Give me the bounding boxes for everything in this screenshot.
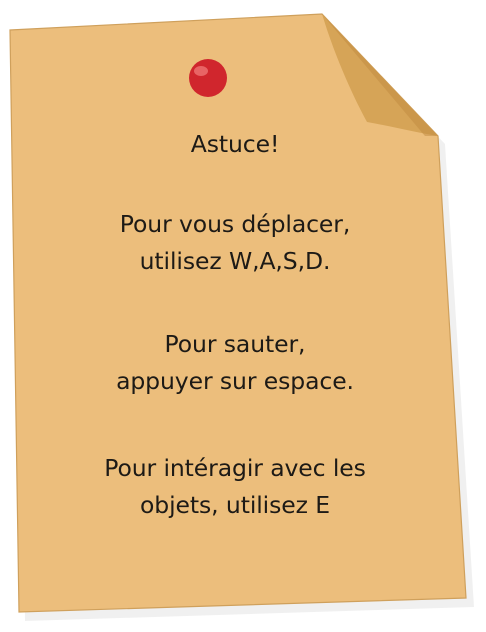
tip-note: Astuce! Pour vous déplacer, utilisez W,A… xyxy=(0,0,486,632)
tip-jump: Pour sauter, appuyer sur espace. xyxy=(40,326,430,400)
pushpin-highlight xyxy=(194,66,208,76)
note-title-text: Astuce! xyxy=(190,130,280,158)
tip-interact-line-2: objets, utilisez E xyxy=(140,491,330,519)
tip-interact: Pour intéragir avec les objets, utilisez… xyxy=(40,450,430,524)
tip-jump-line-2: appuyer sur espace. xyxy=(116,367,354,395)
pushpin-icon xyxy=(189,59,227,97)
tip-interact-line-1: Pour intéragir avec les xyxy=(104,454,366,482)
tip-move-line-2: utilisez W,A,S,D. xyxy=(139,247,331,275)
note-title: Astuce! xyxy=(40,126,430,163)
pushpin-head xyxy=(189,59,227,97)
tip-move: Pour vous déplacer, utilisez W,A,S,D. xyxy=(40,206,430,280)
paper-note-graphic xyxy=(9,13,474,621)
tip-jump-line-1: Pour sauter, xyxy=(164,330,306,358)
tip-move-line-1: Pour vous déplacer, xyxy=(119,210,351,238)
